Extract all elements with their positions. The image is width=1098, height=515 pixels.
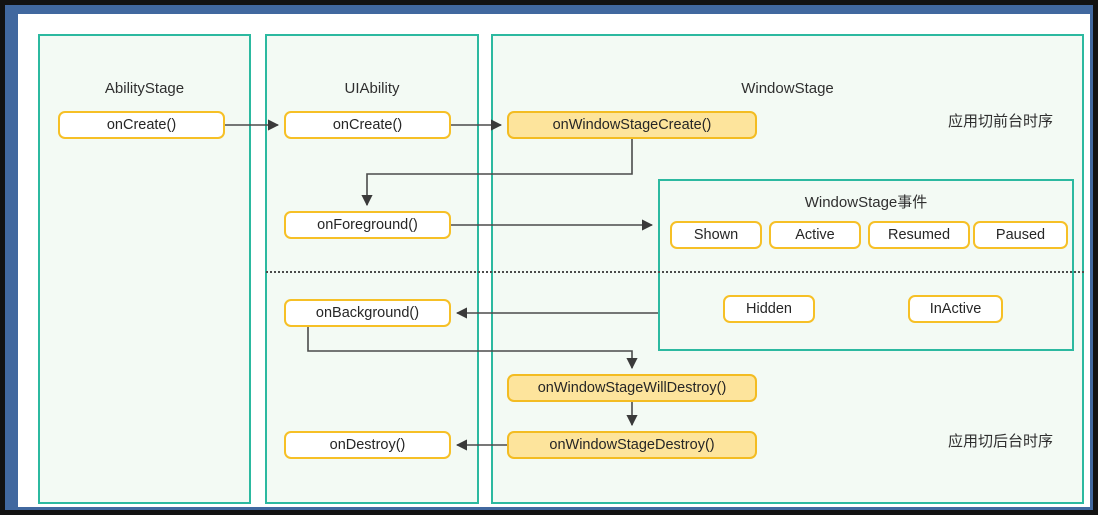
event-chip-paused[interactable]: Paused <box>973 221 1068 249</box>
event-chip-inactive[interactable]: InActive <box>908 295 1003 323</box>
lane-title-uiability: UIAbility <box>344 80 400 97</box>
node-windowstage-oncreate[interactable]: onWindowStageCreate() <box>507 111 757 139</box>
caption-foreground-phase: 应用切前台时序 <box>948 113 1054 130</box>
node-windowstage-ondestroy[interactable]: onWindowStageDestroy() <box>507 431 757 459</box>
event-chip-active[interactable]: Active <box>769 221 861 249</box>
event-chip-shown[interactable]: Shown <box>670 221 762 249</box>
window-frame: AbilityStage UIAbility WindowStage Windo… <box>0 0 1098 515</box>
phase-divider <box>266 271 1084 273</box>
window-frame-accent: AbilityStage UIAbility WindowStage Windo… <box>5 5 1093 510</box>
caption-background-phase: 应用切后台时序 <box>948 433 1054 450</box>
event-chip-hidden[interactable]: Hidden <box>723 295 815 323</box>
node-abilitystage-oncreate[interactable]: onCreate() <box>58 111 225 139</box>
diagram-canvas: AbilityStage UIAbility WindowStage Windo… <box>18 14 1090 507</box>
lane-title-abilitystage: AbilityStage <box>104 80 185 97</box>
node-windowstage-onwillDestroy[interactable]: onWindowStageWillDestroy() <box>507 374 757 402</box>
node-uiability-oncreate[interactable]: onCreate() <box>284 111 451 139</box>
node-uiability-onbackground[interactable]: onBackground() <box>284 299 451 327</box>
node-uiability-onforeground[interactable]: onForeground() <box>284 211 451 239</box>
event-chip-resumed[interactable]: Resumed <box>868 221 970 249</box>
lane-title-windowstage: WindowStage <box>741 80 834 97</box>
windowstage-events-group: WindowStage事件 <box>658 179 1074 351</box>
lane-abilitystage: AbilityStage <box>38 34 251 504</box>
node-uiability-ondestroy[interactable]: onDestroy() <box>284 431 451 459</box>
windowstage-events-title: WindowStage事件 <box>804 194 928 211</box>
